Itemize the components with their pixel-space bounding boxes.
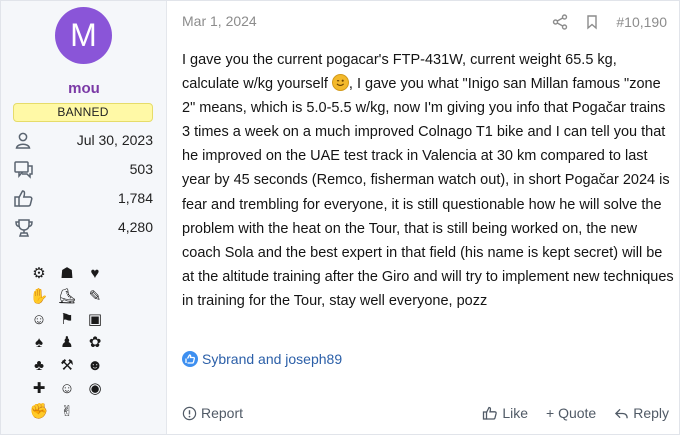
- user-info-panel: M mou BANNED Jul 30, 2023 503 1,784 4,28…: [1, 1, 167, 434]
- post-header-actions: #10,190: [552, 11, 667, 33]
- user-icon: [15, 132, 31, 149]
- bookmark-icon[interactable]: [584, 14, 600, 30]
- hand-heart-icon[interactable]: ✌: [55, 400, 79, 423]
- reactions-bar[interactable]: Sybrand and joseph89: [182, 351, 342, 367]
- post-content: Mar 1, 2024 #10,190 I gave you the curre…: [167, 1, 679, 434]
- like-reaction-icon: [182, 351, 198, 367]
- podium-icon[interactable]: ⚑: [55, 308, 79, 331]
- plus-icon[interactable]: ✚: [27, 377, 51, 400]
- report-button[interactable]: Report: [182, 405, 243, 421]
- joined-date-value: Jul 30, 2023: [76, 132, 153, 148]
- post-text-part-2: , I gave you what "Inigo san Millan famo…: [182, 76, 674, 309]
- messages-icon: [14, 161, 33, 179]
- thumbs-up-icon[interactable]: ✊: [27, 400, 51, 423]
- avatar[interactable]: M: [55, 7, 112, 64]
- shoe-icon[interactable]: ⛸: [55, 285, 79, 308]
- badge-icon[interactable]: ☻: [83, 354, 107, 377]
- thumbs-up-icon: [14, 190, 33, 207]
- hammer-icon[interactable]: ⚒: [55, 354, 79, 377]
- reactions-row: 1,784: [13, 187, 153, 211]
- reactions-list-link[interactable]: Sybrand and joseph89: [202, 351, 342, 367]
- post-date[interactable]: Mar 1, 2024: [182, 13, 257, 29]
- hand-icon[interactable]: ✋: [27, 285, 51, 308]
- thumbs-up-icon: [483, 406, 498, 420]
- eye-icon[interactable]: ◉: [83, 377, 107, 400]
- reply-label: Reply: [633, 405, 669, 421]
- trophy-icon: [15, 219, 33, 237]
- tulip-icon[interactable]: ♣: [27, 354, 51, 377]
- points-value: 4,280: [117, 219, 153, 235]
- joined-date-row: Jul 30, 2023: [13, 129, 153, 153]
- post-footer: Report Like + Quote Reply: [182, 405, 669, 427]
- drop-icon[interactable]: ♠: [27, 331, 51, 354]
- reply-button[interactable]: Reply: [614, 405, 669, 421]
- forum-post: M mou BANNED Jul 30, 2023 503 1,784 4,28…: [0, 0, 680, 435]
- report-icon: [182, 406, 197, 420]
- messages-row: 503: [13, 158, 153, 182]
- username[interactable]: mou: [1, 80, 167, 97]
- reply-icon: [615, 408, 628, 418]
- like-button[interactable]: Like: [482, 405, 528, 421]
- trophy-icons-grid: ⚙ ☗ ♥ ✋ ⛸ ✎ ☺ ⚑ ▣ ♠ ♟ ✿ ♣ ⚒ ☻ ✚ ☺ ◉ ✊ ✌: [27, 262, 111, 423]
- portrait-icon[interactable]: ☺: [27, 308, 51, 331]
- dog-icon[interactable]: ✿: [83, 331, 107, 354]
- post-actions: Like + Quote Reply: [482, 405, 669, 421]
- bike-icon[interactable]: ⚙: [27, 262, 51, 285]
- wrench-icon[interactable]: ✎: [83, 285, 107, 308]
- cyclists-icon[interactable]: ☗: [55, 262, 79, 285]
- smiley-icon[interactable]: ☺: [55, 377, 79, 400]
- post-number-link[interactable]: #10,190: [616, 14, 667, 30]
- door-icon[interactable]: ▣: [83, 308, 107, 331]
- report-label: Report: [201, 405, 244, 421]
- heart-hands-icon[interactable]: ♥: [83, 262, 107, 285]
- points-row: 4,280: [13, 216, 153, 240]
- quote-button[interactable]: + Quote: [546, 405, 596, 421]
- post-body: I gave you the current pogacar's FTP-431…: [182, 48, 675, 313]
- share-icon[interactable]: [552, 14, 568, 30]
- reaction-score-value: 1,784: [117, 190, 153, 206]
- quote-label: + Quote: [546, 405, 597, 421]
- messages-value: 503: [129, 161, 153, 177]
- wink-emoji-icon: [331, 74, 349, 92]
- status-badge: BANNED: [13, 103, 153, 122]
- like-label: Like: [502, 405, 528, 421]
- jersey-icon[interactable]: ♟: [55, 331, 79, 354]
